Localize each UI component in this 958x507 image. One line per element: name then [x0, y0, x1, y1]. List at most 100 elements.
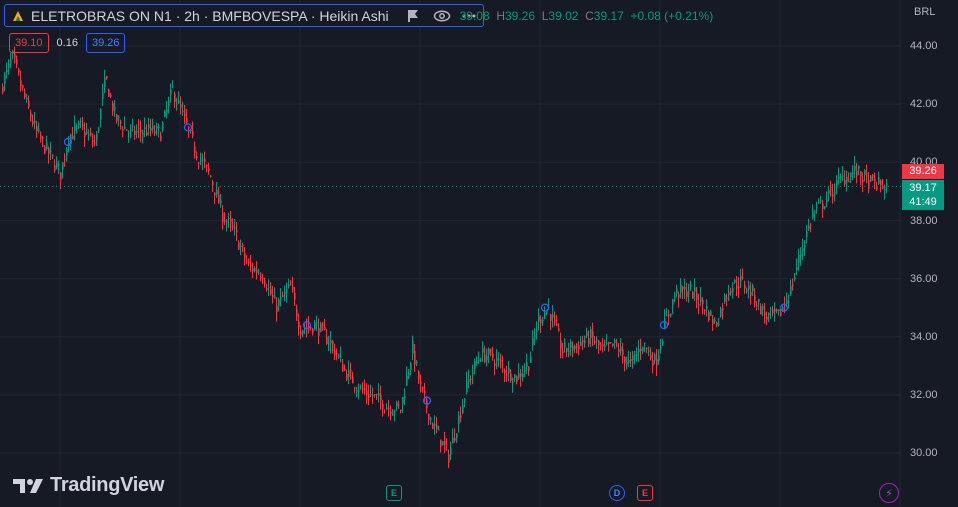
candle-body	[654, 354, 656, 361]
eye-icon[interactable]	[433, 9, 451, 23]
candle-body	[806, 231, 808, 237]
candle-body	[468, 378, 470, 382]
candle-body	[356, 390, 358, 392]
candle-body	[278, 300, 280, 307]
candle-body	[724, 294, 726, 302]
flag-icon[interactable]	[405, 9, 421, 23]
event-letter: E	[641, 488, 648, 498]
candle-body	[210, 175, 212, 177]
candle-body	[504, 369, 506, 374]
candle-body	[700, 296, 702, 302]
candle-body	[112, 103, 114, 112]
candle-body	[192, 131, 194, 136]
candle-body	[44, 146, 46, 154]
price-tick: 32.00	[910, 389, 938, 401]
candle-body	[134, 130, 136, 135]
candle-body	[720, 308, 722, 317]
candle-body	[82, 124, 84, 126]
candle-body	[508, 367, 510, 373]
candle-body	[578, 345, 580, 350]
candle-body	[554, 319, 556, 321]
candle-body	[792, 284, 794, 287]
candle-body	[390, 411, 392, 415]
candle-body	[216, 189, 218, 195]
candle-body	[480, 360, 482, 362]
candle-body	[342, 364, 344, 372]
candle-body	[238, 242, 240, 250]
candle-body	[22, 85, 24, 88]
candle-body	[392, 413, 394, 416]
candle-body	[676, 288, 678, 294]
price-axis[interactable]: BRL 44.00 42.00 40.00 38.00 36.00 34.00 …	[902, 0, 958, 507]
earnings-event-icon[interactable]: E	[386, 485, 402, 501]
candle-body	[706, 306, 708, 310]
candle-body	[158, 126, 160, 129]
candle-body	[854, 165, 856, 171]
candle-body	[760, 306, 762, 315]
candle-body	[822, 203, 824, 210]
candle-body	[798, 254, 800, 263]
candle-body	[404, 395, 406, 399]
candle-body	[580, 341, 582, 346]
symbol-selector[interactable]: ELETROBRAS ON N1 · 2h · BMFBOVESPA · Hei…	[4, 4, 484, 27]
sell-price[interactable]: 39.10	[9, 33, 49, 53]
candle-body	[36, 125, 38, 132]
candle-body	[458, 415, 460, 424]
candle-body	[162, 122, 164, 131]
candle-body	[870, 175, 872, 181]
candle-body	[856, 170, 858, 176]
candle-body	[544, 312, 546, 319]
candle-body	[470, 378, 472, 380]
candle-body	[352, 376, 354, 384]
candle-body	[170, 89, 172, 95]
candle-body	[738, 286, 740, 289]
candle-body	[406, 375, 408, 386]
candle-body	[14, 53, 16, 58]
candle-body	[716, 322, 718, 327]
candle-body	[604, 345, 606, 348]
candle-body	[62, 162, 64, 170]
candle-body	[114, 106, 116, 110]
lightning-event-icon[interactable]: ⚡	[879, 483, 899, 503]
candle-body	[884, 189, 886, 191]
candle-body	[42, 136, 44, 139]
candle-body	[438, 429, 440, 431]
candle-body	[108, 89, 110, 97]
candle-body	[802, 248, 804, 252]
candle-body	[58, 164, 60, 166]
candle-body	[96, 134, 98, 141]
candle-body	[54, 165, 56, 171]
chart-area[interactable]	[0, 0, 902, 507]
candle-body	[48, 147, 50, 155]
candle-body	[430, 418, 432, 420]
candle-body	[490, 349, 492, 352]
candle-body	[558, 328, 560, 332]
candle-body	[164, 111, 166, 117]
dividend-event-icon[interactable]: D	[609, 485, 625, 501]
earnings-event-icon[interactable]: E	[637, 485, 653, 501]
candle-body	[850, 173, 852, 178]
candle-body	[464, 398, 466, 402]
price-chart[interactable]	[0, 0, 902, 507]
candle-body	[754, 294, 756, 303]
candle-body	[476, 362, 478, 364]
candle-body	[398, 404, 400, 406]
candle-body	[730, 290, 732, 294]
buy-price[interactable]: 39.26	[85, 33, 126, 53]
candle-body	[106, 76, 108, 79]
candle-body	[846, 177, 848, 183]
currency-label[interactable]: BRL	[914, 6, 935, 18]
candle-body	[338, 355, 340, 357]
candle-body	[202, 159, 204, 161]
tradingview-logo-icon	[13, 478, 43, 493]
candle-body	[366, 390, 368, 395]
candle-body	[224, 220, 226, 222]
candle-body	[872, 174, 874, 178]
candle-body	[810, 224, 812, 226]
candle-body	[748, 285, 750, 290]
candle-body	[260, 277, 262, 279]
high-value: 39.26	[505, 8, 536, 23]
tradingview-logo[interactable]: TradingView	[12, 474, 164, 497]
candle-body	[26, 97, 28, 100]
candle-body	[686, 291, 688, 298]
